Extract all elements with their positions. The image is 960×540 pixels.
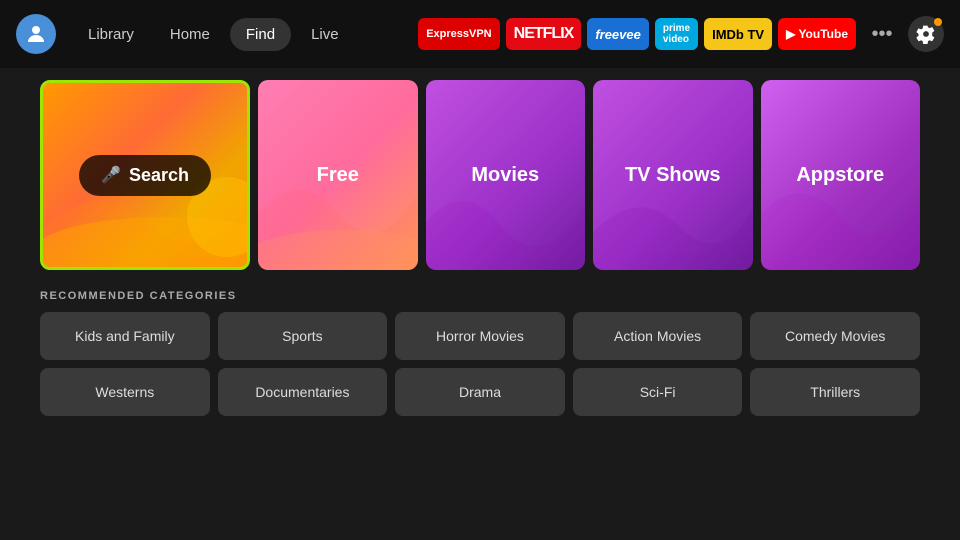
category-thrillers[interactable]: Thrillers [750,368,920,416]
category-kids-family[interactable]: Kids and Family [40,312,210,360]
nav-find[interactable]: Find [230,18,291,51]
category-sports[interactable]: Sports [218,312,388,360]
search-label: Search [129,165,189,186]
app-icons: ExpressVPN NETFLIX freevee primevideo IM… [418,18,856,50]
netflix-icon[interactable]: NETFLIX [506,18,582,50]
prime-video-icon[interactable]: primevideo [655,18,698,50]
main-content: 🎤 Search Free Movies TV Shows [0,68,960,428]
youtube-icon[interactable]: ▶ YouTube [778,18,856,50]
appstore-tile[interactable]: Appstore [761,80,921,270]
category-comedy[interactable]: Comedy Movies [750,312,920,360]
search-button[interactable]: 🎤 Search [79,155,211,196]
imdb-icon[interactable]: IMDb TV [704,18,772,50]
movies-label: Movies [471,164,539,187]
category-drama[interactable]: Drama [395,368,565,416]
tvshows-label: TV Shows [625,164,721,187]
category-documentaries[interactable]: Documentaries [218,368,388,416]
movies-tile[interactable]: Movies [426,80,586,270]
settings-button[interactable] [908,16,944,52]
category-horror[interactable]: Horror Movies [395,312,565,360]
free-tile[interactable]: Free [258,80,418,270]
free-label: Free [317,164,359,187]
top-nav: Library Home Find Live ExpressVPN NETFLI… [0,0,960,68]
recommended-section: RECOMMENDED CATEGORIES Kids and Family S… [40,290,920,416]
hero-tiles: 🎤 Search Free Movies TV Shows [40,80,920,270]
category-grid-row2: Westerns Documentaries Drama Sci-Fi Thri… [40,368,920,416]
category-scifi[interactable]: Sci-Fi [573,368,743,416]
more-button[interactable]: ••• [864,16,900,52]
nav-library[interactable]: Library [72,18,150,51]
category-grid-row1: Kids and Family Sports Horror Movies Act… [40,312,920,360]
tvshows-tile[interactable]: TV Shows [593,80,753,270]
category-action[interactable]: Action Movies [573,312,743,360]
mic-icon: 🎤 [101,165,121,185]
search-tile[interactable]: 🎤 Search [40,80,250,270]
avatar[interactable] [16,14,56,54]
appstore-label: Appstore [796,164,884,187]
nav-links: Library Home Find Live [72,18,355,51]
category-westerns[interactable]: Westerns [40,368,210,416]
settings-notification-dot [934,18,942,26]
section-label: RECOMMENDED CATEGORIES [40,290,920,302]
freevee-icon[interactable]: freevee [587,18,649,50]
expressvpn-icon[interactable]: ExpressVPN [418,18,499,50]
nav-home[interactable]: Home [154,18,226,51]
nav-live[interactable]: Live [295,18,355,51]
